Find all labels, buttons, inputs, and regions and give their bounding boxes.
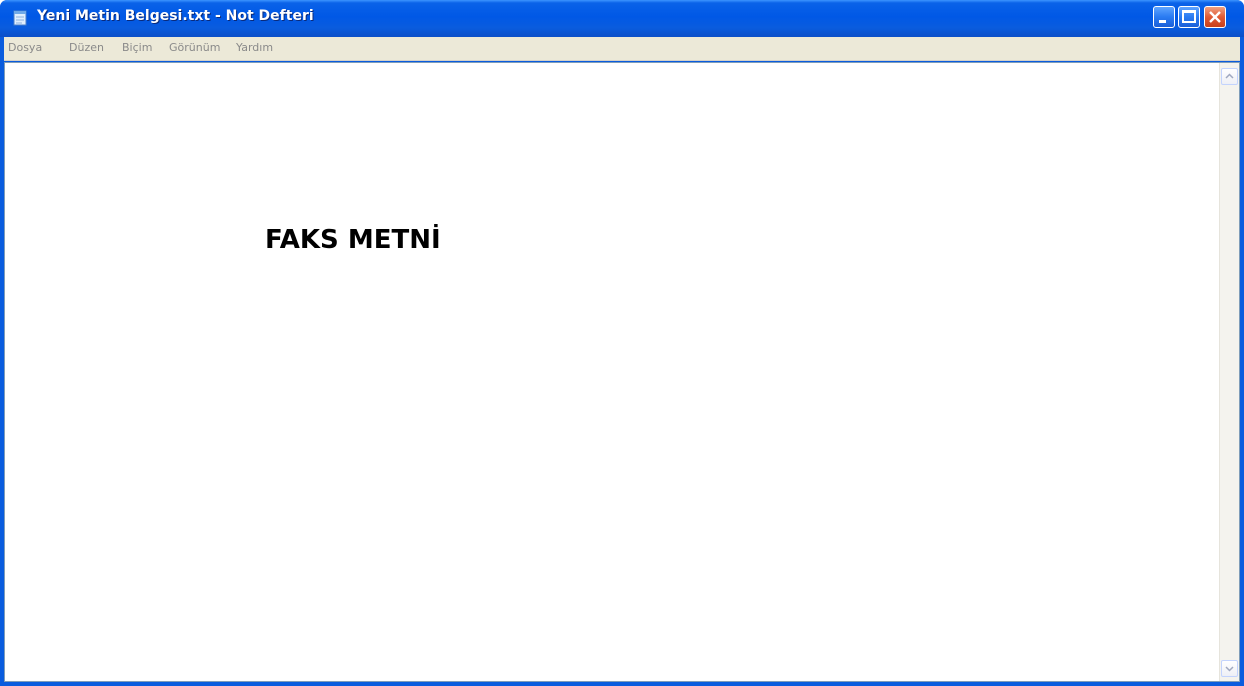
vertical-scrollbar[interactable] bbox=[1219, 63, 1239, 681]
title-bar[interactable]: Yeni Metin Belgesi.txt - Not Defteri bbox=[0, 0, 1244, 37]
menu-dosya[interactable]: Dosya bbox=[8, 41, 42, 54]
window-title: Yeni Metin Belgesi.txt - Not Defteri bbox=[37, 8, 314, 24]
menu-duzen[interactable]: Düzen bbox=[69, 41, 104, 54]
minimize-button[interactable] bbox=[1153, 6, 1175, 28]
notepad-window: Yeni Metin Belgesi.txt - Not Defteri Dos… bbox=[0, 0, 1244, 686]
menu-bicim[interactable]: Biçim bbox=[122, 41, 152, 54]
close-button[interactable] bbox=[1204, 6, 1226, 28]
menu-gorunum[interactable]: Görünüm bbox=[169, 41, 220, 54]
maximize-icon bbox=[1182, 10, 1196, 23]
editor-content[interactable]: FAKS METNİ bbox=[265, 225, 441, 255]
scroll-up-button[interactable] bbox=[1221, 68, 1238, 85]
scroll-down-button[interactable] bbox=[1221, 660, 1238, 677]
notepad-icon[interactable] bbox=[11, 9, 29, 27]
close-icon bbox=[1209, 11, 1221, 23]
minimize-icon bbox=[1159, 20, 1166, 23]
scroll-up-arrow-icon bbox=[1225, 73, 1234, 79]
maximize-button[interactable] bbox=[1178, 6, 1200, 28]
menu-bar: Dosya Düzen Biçim Görünüm Yardım bbox=[4, 37, 1240, 61]
text-editor[interactable]: FAKS METNİ bbox=[4, 62, 1240, 682]
scroll-down-arrow-icon bbox=[1225, 666, 1234, 672]
menu-yardim[interactable]: Yardım bbox=[236, 41, 273, 54]
